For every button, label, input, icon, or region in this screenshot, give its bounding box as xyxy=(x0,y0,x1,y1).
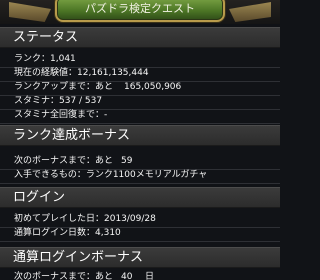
total-login-days-row: 通算ログイン日数：4,310 xyxy=(0,225,280,242)
total-login-bonus-section-header: 通算ログインボーナス xyxy=(0,247,280,268)
banner-right-ornament xyxy=(229,2,271,22)
total-login-bonus-next-row: 次のボーナスまで：あと 40 日 xyxy=(0,269,280,280)
total-login-bonus-section-title: 通算ログインボーナス xyxy=(13,250,144,265)
login-section-header: ログイン xyxy=(0,187,280,208)
banner-left-ornament xyxy=(9,2,51,22)
login-section-body: 初めてプレイした日：2013/09/28 通算ログイン日数：4,310 xyxy=(0,208,280,248)
status-section-title: ステータス xyxy=(13,30,79,45)
total-login-bonus-unit: 日 xyxy=(145,272,155,280)
total-login-days-text: 通算ログイン日数：4,310 xyxy=(14,228,121,238)
status-section-body: ランク：1,041 現在の経験値：12,161,135,444 ランクアップまで… xyxy=(0,48,280,124)
rank-bonus-reward-text: 入手できるもの：ランク1100メモリアルガチャ xyxy=(14,170,208,180)
top-banner: パズドラ検定クエスト xyxy=(0,0,280,24)
first-played-text: 初めてプレイした日：2013/09/28 xyxy=(14,214,156,224)
next-rank-value: 165,050,906 xyxy=(124,82,182,92)
status-section-header: ステータス xyxy=(0,27,280,48)
rank-bonus-section-title: ランク達成ボーナス xyxy=(13,128,131,143)
next-rank-label: ランクアップまで：あと xyxy=(14,82,114,92)
rank-bonus-reward-row: 入手できるもの：ランク1100メモリアルガチャ xyxy=(0,167,280,184)
total-login-bonus-section-body: 次のボーナスまで：あと 40 日 xyxy=(0,268,280,280)
rank-bonus-section-header: ランク達成ボーナス xyxy=(0,125,280,146)
rank-bonus-section-body: 次のボーナスまで：あと 59 入手できるもの：ランク1100メモリアルガチャ xyxy=(0,146,280,184)
stamina-full-row: スタミナ全回復まで：- xyxy=(0,107,280,124)
rank-text: ランク：1,041 xyxy=(14,54,76,64)
quiz-quest-button-label: パズドラ検定クエスト xyxy=(85,2,195,15)
rank-bonus-next-label: 次のボーナスまで：あと xyxy=(14,156,114,166)
total-login-bonus-next-value: 40 xyxy=(121,272,133,280)
experience-text: 現在の経験値：12,161,135,444 xyxy=(14,68,149,78)
login-section-title: ログイン xyxy=(13,190,66,205)
stamina-full-text: スタミナ全回復まで：- xyxy=(14,110,108,120)
rank-bonus-next-value: 59 xyxy=(121,156,133,166)
profile-status-screen: パズドラ検定クエスト ステータス ランク：1,041 現在の経験値：12,161… xyxy=(0,0,280,280)
quiz-quest-button[interactable]: パズドラ検定クエスト xyxy=(55,0,225,22)
stamina-text: スタミナ：537 / 537 xyxy=(14,96,103,106)
total-login-bonus-next-label: 次のボーナスまで：あと xyxy=(14,272,114,280)
